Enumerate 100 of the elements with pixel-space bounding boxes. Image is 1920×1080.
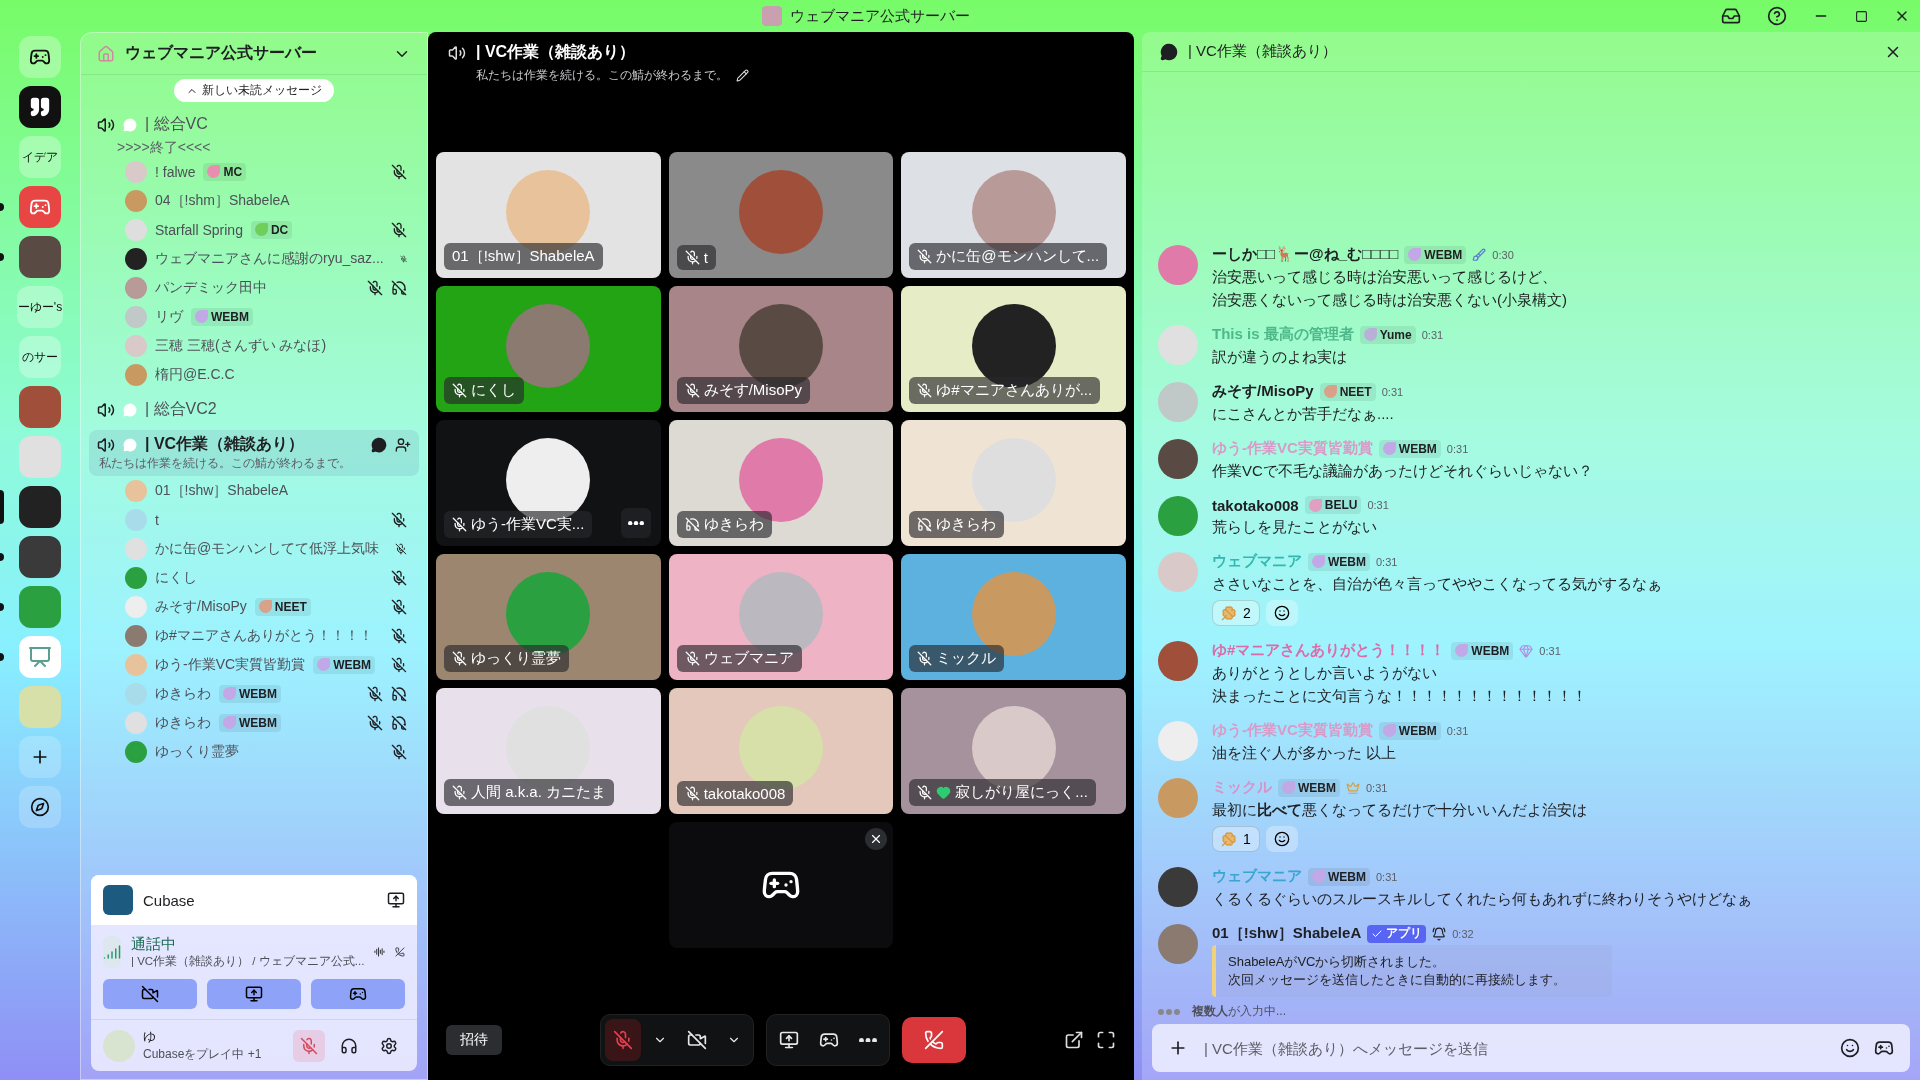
screen-share-button[interactable] [207,979,301,1009]
voice-member[interactable]: 01［!shw］ShabeleA [89,476,419,505]
author-name[interactable]: 01［!shw］ShabeleA [1212,924,1362,943]
avatar [125,624,147,647]
avatar [125,479,147,502]
timestamp: 0:31 [1366,781,1388,794]
voice-member[interactable]: リヴ WEBM [89,302,419,331]
video-tile[interactable]: 人間 a.k.a. カニたま [436,688,661,814]
voice-channel[interactable]: | 総合VC [89,110,419,139]
avatar [1158,325,1198,365]
voice-member[interactable]: 楕円@E.C.C [89,360,419,389]
timestamp: 0:30 [1492,248,1514,261]
add-server-button[interactable] [19,736,61,778]
video-tile[interactable]: ゆきらわ [668,420,894,546]
voice-channel[interactable]: | 総合VC2 [89,395,419,424]
author-name[interactable]: みそす/MisoPy [1212,382,1314,401]
help-icon[interactable] [1767,6,1787,26]
role-badge: WEBM [1278,778,1340,797]
message-text: くるくるぐらいのスルースキルしてくれたら何もあれずに終わりそうやけどなぁ [1212,889,1752,909]
voice-member[interactable]: ゆきらわ WEBM [89,679,419,708]
voice-member[interactable]: ゆきらわ WEBM [89,708,419,737]
video-tile[interactable]: ゆう-作業VC実... [436,420,661,546]
voice-member[interactable]: にくし [89,563,419,592]
participant-name: みそす/MisoPy [703,381,802,400]
server-icon[interactable]: イデア [19,136,61,178]
easel-icon [28,645,52,669]
server-icon[interactable] [19,86,61,128]
server-icon[interactable] [19,486,61,528]
video-tile[interactable]: t [668,152,894,278]
inbox-icon[interactable] [1721,6,1741,26]
unread-messages-pill[interactable]: 新しい未読メッセージ [174,79,334,102]
video-tile[interactable]: 寂しがり屋にっく... [901,688,1126,814]
message-field[interactable]: | VC作業（雑談あり）へメッセージを送信 [1152,1024,1910,1072]
voice-member[interactable]: Starfall Spring DC [89,215,419,244]
reaction[interactable]: 2 [1212,600,1260,626]
video-tile[interactable]: ミックル [901,554,1126,680]
edit-icon[interactable] [736,69,749,82]
invite-button[interactable]: 招待 [446,1025,502,1055]
voice-member[interactable]: ウェブマニアさんに感謝のryu_saz... [89,244,419,273]
voice-member[interactable]: 三穂 三穂(さんずい みなほ) [89,331,419,360]
invite-icon[interactable] [395,436,411,453]
maximize-icon[interactable] [1855,9,1868,23]
message-text: 治安悪いって感じる時は治安悪いって感じるけど、 [1212,267,1558,287]
avatar [125,740,147,763]
voice-member[interactable]: パンデミック田中 [89,273,419,302]
voice-member[interactable]: 04［!shm］ShabeleA [89,186,419,215]
voice-channel[interactable]: | VC作業（雑談あり） 私たちは作業を続ける。この鯖が終わるまで。 [89,430,419,476]
avatar [1158,641,1198,681]
hang-up-button[interactable] [902,1017,966,1063]
voice-member[interactable]: t [89,505,419,534]
video-tile[interactable]: takotako008 [668,688,894,814]
emoji-icon[interactable] [1840,1038,1860,1058]
activity-tile[interactable] [668,822,894,948]
close-button[interactable] [865,828,888,850]
camera-button[interactable] [103,979,197,1009]
more-button[interactable] [620,508,651,538]
video-tile[interactable]: ゆきらわ [901,420,1126,546]
avatar [125,566,147,589]
voice-member[interactable]: ! falwe MC [89,157,419,186]
video-tile[interactable]: ゆ#マニアさんありが... [901,286,1126,412]
server-icon[interactable]: ーゆー's [16,286,64,328]
add-reaction-button[interactable] [1265,826,1298,852]
voice-member[interactable]: かに缶@モンハンしてて低浮上気味 [89,534,419,563]
video-tile[interactable]: ゆっくり霊夢 [436,554,661,680]
role-badge: WEBM [313,655,376,674]
screen-share-icon[interactable] [387,891,405,909]
activity-button[interactable] [311,979,405,1009]
mic-button[interactable] [293,1029,325,1062]
author-name[interactable]: takotako008 [1212,496,1299,514]
mic-button[interactable] [605,1019,641,1061]
voice-location[interactable]: | VC作業（雑談あり） / ウェブマニア公式... [131,954,365,969]
explore-button[interactable] [19,786,61,828]
video-tile[interactable]: 01［!shw］ShabeleA [436,152,661,278]
voice-member[interactable]: ゆう-作業VC実質皆勤賞 WEBM [89,650,419,679]
voice-member[interactable]: ゆっくり霊夢 [89,737,419,766]
voice-member[interactable]: みそす/MisoPy NEET [89,592,419,621]
author-name[interactable]: ーしか□□🦌ー@ね_む□□□□ [1212,245,1399,264]
video-tile[interactable]: みそす/MisoPy [668,286,894,412]
reaction[interactable]: 1 [1212,826,1260,852]
avatar [125,537,147,560]
chat-icon[interactable] [371,436,387,453]
home-button[interactable] [19,36,61,78]
role-badge: WEBM [1404,245,1467,264]
add-reaction-button[interactable] [1265,600,1298,626]
avatar [1158,552,1198,592]
server-icon[interactable]: のサー [19,336,61,378]
avatar [125,276,147,299]
fullscreen-icon[interactable] [1096,1030,1116,1050]
smile-icon [1273,605,1290,621]
voice-member[interactable]: ゆ#マニアさんありがとう！！！！ [89,621,419,650]
server-icon[interactable] [19,236,61,278]
participant-name: t [703,249,708,266]
video-tile[interactable]: ウェブマニア [668,554,894,680]
message-input[interactable]: | VC作業（雑談あり）へメッセージを送信 [1202,1038,1826,1058]
video-tile[interactable]: かに缶@モンハンして... [901,152,1126,278]
pop-out-icon[interactable] [1064,1030,1084,1050]
video-tile[interactable]: にくし [436,286,661,412]
server-icon[interactable] [19,536,61,578]
more-icon [627,520,644,526]
gamepad-icon[interactable] [1874,1038,1894,1058]
